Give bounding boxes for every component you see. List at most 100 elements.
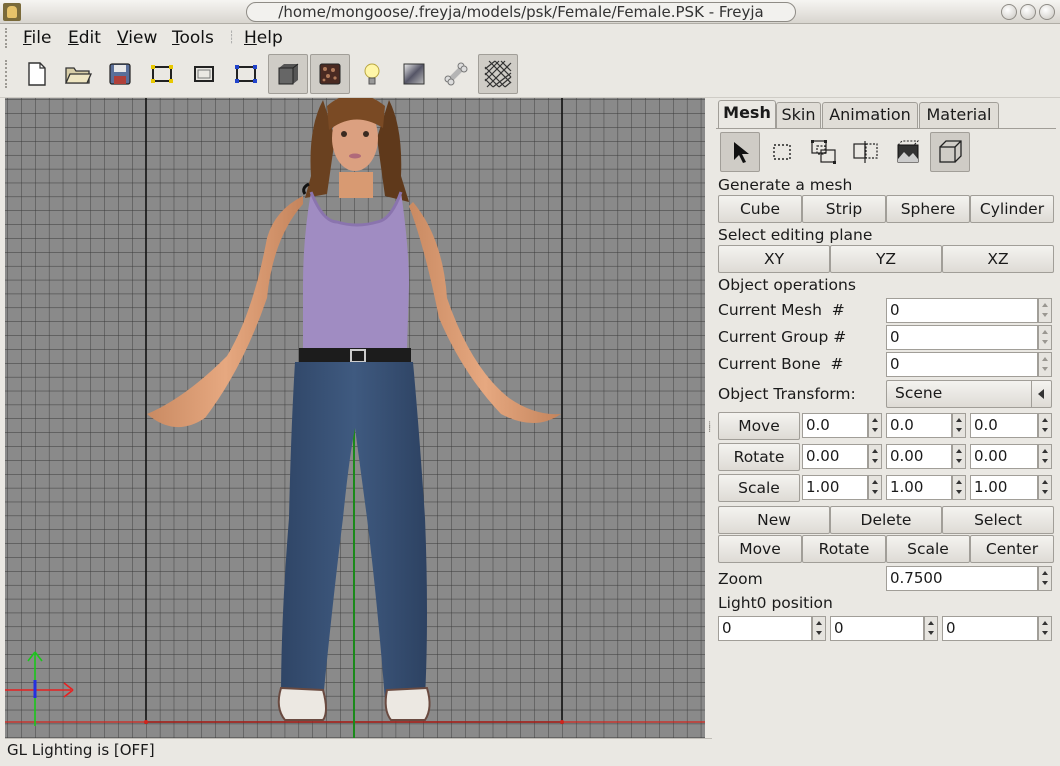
- light-x-field[interactable]: 0: [718, 616, 812, 641]
- tab-mesh[interactable]: Mesh: [718, 100, 776, 129]
- texture-select-mode-button[interactable]: [888, 132, 928, 172]
- scale-z-field[interactable]: 1.00: [970, 475, 1038, 500]
- menu-help[interactable]: Help: [244, 28, 283, 48]
- freyja-window: /home/mongoose/.freyja/models/psk/Female…: [0, 0, 1060, 766]
- section-object: Object operations: [718, 276, 856, 294]
- close-button[interactable]: [1039, 4, 1055, 20]
- rotate-z-spinner[interactable]: [1038, 444, 1052, 469]
- light-x-spinner[interactable]: [812, 616, 826, 641]
- center-op-button[interactable]: Center: [970, 535, 1054, 563]
- rotate-x-spinner[interactable]: [868, 444, 882, 469]
- menu-edit[interactable]: Edit: [68, 28, 101, 48]
- scale-x-spinner[interactable]: [868, 475, 882, 500]
- new-file-button[interactable]: [17, 54, 57, 94]
- move-y-spinner[interactable]: [952, 413, 966, 438]
- move-z-field[interactable]: 0.0: [970, 413, 1038, 438]
- cube-icon: [939, 140, 962, 163]
- scale-op-button[interactable]: Scale: [886, 535, 970, 563]
- plane-yz-button[interactable]: YZ: [830, 245, 942, 273]
- scale-x-field[interactable]: 1.00: [802, 475, 868, 500]
- viewport-canvas[interactable]: [5, 98, 705, 738]
- move-y-field[interactable]: 0.0: [886, 413, 952, 438]
- menu-file[interactable]: File: [23, 28, 51, 48]
- zoom-spinner[interactable]: [1038, 566, 1052, 591]
- rotate-z-field[interactable]: 0.00: [970, 444, 1038, 469]
- lighting-button[interactable]: [352, 54, 392, 94]
- move-transform-button[interactable]: Move: [718, 412, 800, 440]
- cylinder-button[interactable]: Cylinder: [970, 195, 1054, 223]
- save-button[interactable]: [100, 54, 140, 94]
- cube-button[interactable]: Cube: [718, 195, 802, 223]
- plane-xz-button[interactable]: XZ: [942, 245, 1054, 273]
- menu-tools[interactable]: Tools: [172, 28, 214, 48]
- move-x-spinner[interactable]: [868, 413, 882, 438]
- move-op-button[interactable]: Move: [718, 535, 802, 563]
- current-mesh-spinner[interactable]: [1038, 298, 1052, 323]
- light-y-field[interactable]: 0: [830, 616, 924, 641]
- current-bone-spinner[interactable]: [1038, 352, 1052, 377]
- current-mesh-label: Current Mesh #: [718, 301, 845, 319]
- open-button[interactable]: [58, 54, 98, 94]
- current-mesh-field[interactable]: 0: [886, 298, 1038, 323]
- light-y-spinner[interactable]: [924, 616, 938, 641]
- cube-mode-button[interactable]: [930, 132, 970, 172]
- 3d-viewport[interactable]: [5, 98, 705, 738]
- rotate-y-spinner[interactable]: [952, 444, 966, 469]
- move-z-spinner[interactable]: [1038, 413, 1052, 438]
- section-generate: Generate a mesh: [718, 176, 853, 194]
- light-z-spinner[interactable]: [1038, 616, 1052, 641]
- menu-grip[interactable]: [5, 28, 9, 48]
- material-icon: [403, 63, 425, 85]
- select-frame-yellow-icon: [151, 65, 173, 83]
- tab-material[interactable]: Material: [919, 102, 999, 128]
- minimize-button[interactable]: [1001, 4, 1017, 20]
- tab-divider: [716, 128, 1056, 129]
- material-button[interactable]: [394, 54, 434, 94]
- vertex-select-mode-button[interactable]: [804, 132, 844, 172]
- maximize-button[interactable]: [1020, 4, 1036, 20]
- bone-button[interactable]: [436, 54, 476, 94]
- rotate-op-button[interactable]: Rotate: [802, 535, 886, 563]
- light-z-field[interactable]: 0: [942, 616, 1038, 641]
- tab-skin[interactable]: Skin: [776, 102, 821, 128]
- object-transform-select[interactable]: Scene: [886, 380, 1052, 408]
- title-bar[interactable]: /home/mongoose/.freyja/models/psk/Female…: [0, 0, 1060, 24]
- section-plane: Select editing plane: [718, 226, 873, 244]
- plane-xy-button[interactable]: XY: [718, 245, 830, 273]
- rotate-transform-button[interactable]: Rotate: [718, 443, 800, 471]
- scale-y-spinner[interactable]: [952, 475, 966, 500]
- face-select-mode-button[interactable]: [846, 132, 886, 172]
- current-bone-field[interactable]: 0: [886, 352, 1038, 377]
- delete-button[interactable]: Delete: [830, 506, 942, 534]
- rect-select-mode-button[interactable]: [762, 132, 802, 172]
- chevron-left-icon: [1031, 381, 1051, 407]
- menu-view[interactable]: View: [117, 28, 157, 48]
- app-icon[interactable]: [3, 3, 21, 21]
- toolbar-grip[interactable]: [5, 60, 9, 88]
- rotate-x-field[interactable]: 0.00: [802, 444, 868, 469]
- frame-button[interactable]: [184, 54, 224, 94]
- rotate-y-field[interactable]: 0.00: [886, 444, 952, 469]
- sphere-button[interactable]: Sphere: [886, 195, 970, 223]
- scale-z-spinner[interactable]: [1038, 475, 1052, 500]
- select-blue-button[interactable]: [226, 54, 266, 94]
- texture-button[interactable]: [310, 54, 350, 94]
- pointer-mode-button[interactable]: [720, 132, 760, 172]
- light-bulb-icon: [364, 63, 380, 85]
- zoom-field[interactable]: 0.7500: [886, 566, 1038, 591]
- tab-animation[interactable]: Animation: [822, 102, 918, 128]
- pane-separator[interactable]: ⁞ ⁞: [706, 98, 716, 766]
- strip-button[interactable]: Strip: [802, 195, 886, 223]
- select-yellow-button[interactable]: [142, 54, 182, 94]
- move-x-field[interactable]: 0.0: [802, 413, 868, 438]
- vertex-select-icon: [811, 140, 836, 164]
- scale-y-field[interactable]: 1.00: [886, 475, 952, 500]
- current-group-spinner[interactable]: [1038, 325, 1052, 350]
- solid-shading-button[interactable]: [268, 54, 308, 94]
- select-button[interactable]: Select: [942, 506, 1054, 534]
- grid-button[interactable]: [478, 54, 518, 94]
- new-button[interactable]: New: [718, 506, 830, 534]
- scale-transform-button[interactable]: Scale: [718, 474, 800, 502]
- current-group-field[interactable]: 0: [886, 325, 1038, 350]
- current-group-label: Current Group #: [718, 328, 847, 346]
